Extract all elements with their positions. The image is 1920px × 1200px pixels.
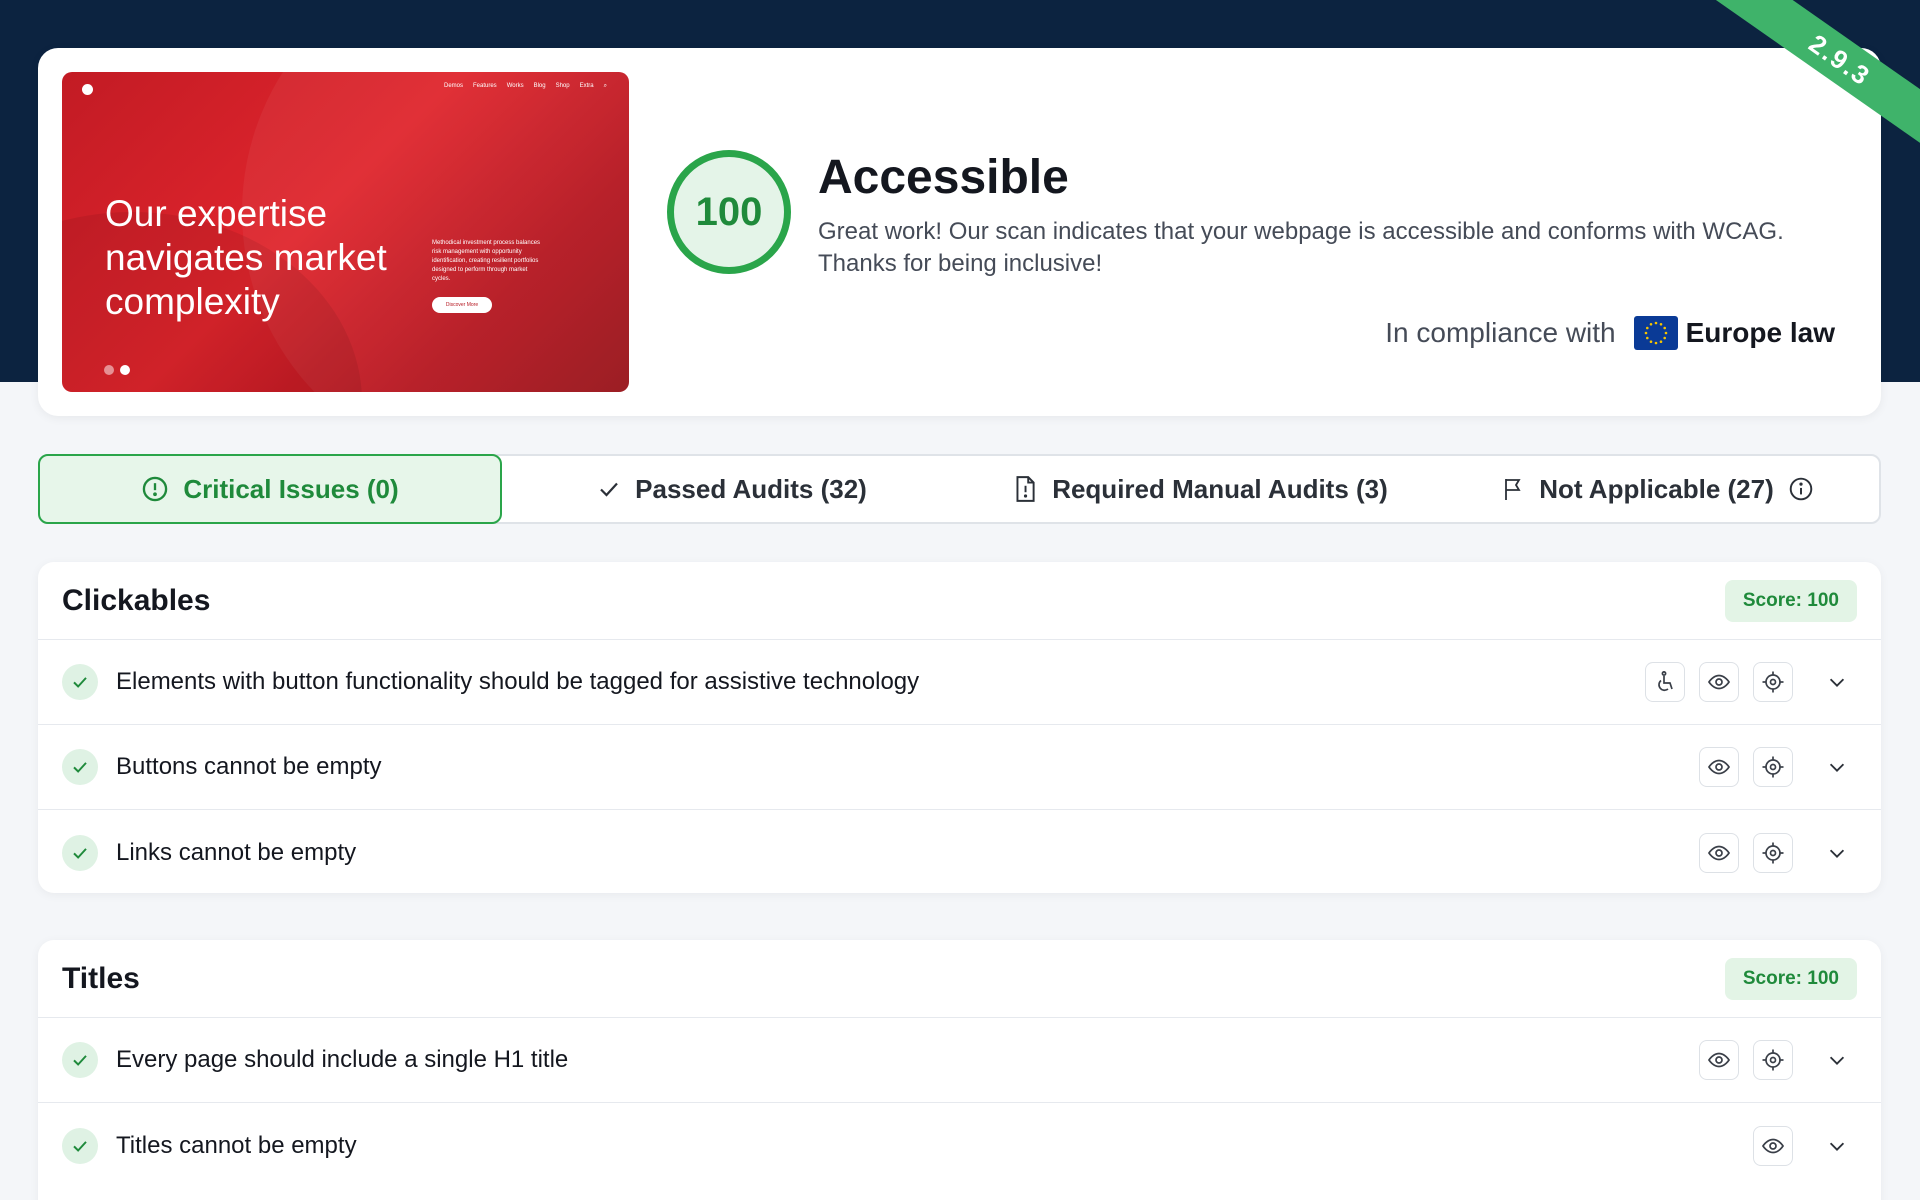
check-icon xyxy=(597,477,621,501)
compliance-statement: In compliance with Europe law xyxy=(1385,316,1835,350)
tab-passed-audits[interactable]: Passed Audits (32) xyxy=(502,456,962,522)
section-title: Titles xyxy=(62,961,140,995)
check-icon xyxy=(62,749,98,785)
tab-label: Critical Issues (0) xyxy=(183,473,399,504)
compliance-region: Europe law xyxy=(1685,317,1835,348)
check-icon xyxy=(62,1127,98,1164)
audit-actions xyxy=(1645,662,1793,702)
preview-button: Discover More xyxy=(432,297,492,313)
tab-critical-issues[interactable]: Critical Issues (0) xyxy=(38,454,502,524)
audit-actions xyxy=(1753,1125,1793,1166)
preview-dot xyxy=(120,365,130,375)
chevron-down-icon[interactable] xyxy=(1817,1049,1857,1071)
audit-label: Every page should include a single H1 ti… xyxy=(116,1046,569,1073)
tab-label: Not Applicable (27) xyxy=(1539,473,1774,504)
target-icon[interactable] xyxy=(1753,832,1793,873)
eye-icon[interactable] xyxy=(1753,1125,1793,1166)
section-clickables: Clickables Score: 100 Elements with butt… xyxy=(38,562,1881,893)
preview-search-icon: ⌕ xyxy=(603,83,607,89)
audit-row[interactable]: Every page should include a single H1 ti… xyxy=(38,1018,1881,1103)
check-icon xyxy=(62,664,98,700)
compliance-prefix: In compliance with xyxy=(1385,317,1616,348)
check-icon xyxy=(62,834,98,871)
preview-nav-item: Works xyxy=(506,83,524,89)
section-titles: Titles Score: 100 Every page should incl… xyxy=(38,940,1881,1200)
page-preview: Demos Features Works Blog Shop Extra ⌕ O… xyxy=(62,72,629,392)
eye-icon[interactable] xyxy=(1699,832,1739,873)
audit-label: Titles cannot be empty xyxy=(116,1131,357,1159)
check-icon xyxy=(62,1042,98,1078)
eye-icon[interactable] xyxy=(1699,747,1739,787)
summary-card: Demos Features Works Blog Shop Extra ⌕ O… xyxy=(38,48,1881,416)
preview-nav: Demos Features Works Blog Shop Extra ⌕ xyxy=(444,83,607,90)
preview-nav-item: Shop xyxy=(555,83,570,89)
target-icon[interactable] xyxy=(1753,662,1793,702)
audit-tabs: Critical Issues (0) Passed Audits (32) R… xyxy=(38,454,1881,524)
accessibility-icon[interactable] xyxy=(1645,662,1685,702)
audit-label: Buttons cannot be empty xyxy=(116,753,382,780)
audit-row[interactable]: Titles cannot be empty xyxy=(38,1103,1881,1188)
version-label: 2.9.3 xyxy=(1704,0,1920,165)
section-header: Clickables Score: 100 xyxy=(38,562,1881,640)
score-badge: Score: 100 xyxy=(1724,579,1857,622)
audit-row[interactable]: Buttons cannot be empty xyxy=(38,725,1881,810)
tab-manual-audits[interactable]: Required Manual Audits (3) xyxy=(962,456,1438,522)
audit-actions xyxy=(1699,1040,1793,1080)
tab-label: Required Manual Audits (3) xyxy=(1052,473,1388,504)
section-header: Titles Score: 100 xyxy=(38,940,1881,1018)
eu-flag-icon xyxy=(1633,316,1678,350)
preview-slider-dots xyxy=(104,365,130,375)
tab-not-applicable[interactable]: Not Applicable (27) xyxy=(1438,456,1877,522)
eye-icon[interactable] xyxy=(1699,1040,1739,1080)
chevron-down-icon[interactable] xyxy=(1817,671,1857,693)
preview-dot xyxy=(104,365,114,375)
preview-paragraph: Methodical investment process balances r… xyxy=(432,240,541,282)
chevron-down-icon[interactable] xyxy=(1817,1135,1857,1157)
audit-label: Elements with button functionality shoul… xyxy=(116,668,920,695)
document-icon xyxy=(1012,475,1038,503)
audit-row[interactable]: Links cannot be empty xyxy=(38,810,1881,893)
target-icon[interactable] xyxy=(1753,1040,1793,1080)
preview-nav-item: Blog xyxy=(533,83,546,89)
status-title: Accessible xyxy=(818,151,1069,204)
preview-nav-item: Features xyxy=(473,83,497,89)
version-ribbon: 2.9.3 xyxy=(1680,0,1920,240)
score-ring: 100 xyxy=(667,150,791,274)
preview-heading: Our expertise navigates market complexit… xyxy=(105,193,387,322)
preview-nav-item: Demos xyxy=(443,83,463,89)
chevron-down-icon[interactable] xyxy=(1817,842,1857,864)
audit-label: Links cannot be empty xyxy=(116,838,357,866)
score-badge: Score: 100 xyxy=(1724,957,1857,1000)
info-icon[interactable] xyxy=(1788,476,1814,502)
eye-icon[interactable] xyxy=(1699,662,1739,702)
chevron-down-icon[interactable] xyxy=(1817,756,1857,778)
flag-icon xyxy=(1501,476,1525,502)
audit-row[interactable]: Elements with button functionality shoul… xyxy=(38,640,1881,725)
audit-actions xyxy=(1699,747,1793,787)
target-icon[interactable] xyxy=(1753,747,1793,787)
alert-circle-icon xyxy=(141,475,169,503)
preview-logo xyxy=(82,84,93,95)
section-title: Clickables xyxy=(62,583,211,617)
preview-nav-item: Extra xyxy=(579,83,594,89)
tab-label: Passed Audits (32) xyxy=(635,473,867,504)
audit-actions xyxy=(1699,832,1793,873)
score-value: 100 xyxy=(695,189,763,234)
